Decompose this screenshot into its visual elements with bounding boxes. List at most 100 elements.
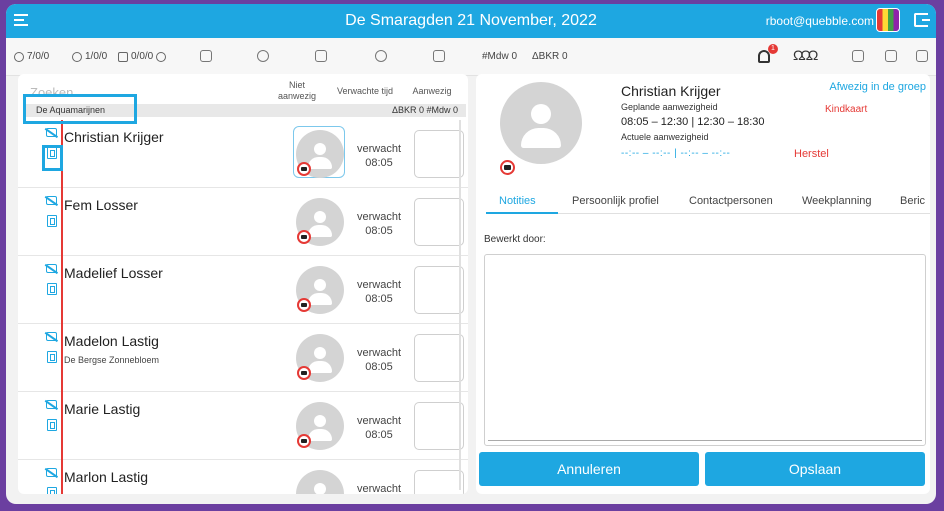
no-photo-icon (297, 230, 311, 244)
history-icon[interactable] (375, 50, 387, 62)
child-photo[interactable] (500, 82, 582, 164)
document-icon[interactable] (47, 351, 57, 363)
list-item[interactable]: Madelon Lastig De Bergse Zonnebloem verwac… (18, 324, 468, 392)
no-photo-icon (297, 298, 311, 312)
save-button[interactable]: Opslaan (705, 452, 925, 486)
child-name: Madelief Losser (64, 265, 163, 281)
status-text: verwacht (356, 211, 402, 223)
notes-textarea[interactable] (484, 254, 926, 446)
restore-link[interactable]: Herstel (794, 148, 829, 160)
expected-status: verwacht 08:05 (351, 414, 407, 442)
chat-icon[interactable] (916, 50, 928, 62)
bkr-count: ΔBKR 0 (532, 51, 568, 62)
present-checkbox[interactable] (414, 402, 464, 450)
expected-time: 08:05 (365, 361, 393, 373)
list-item[interactable]: Marlon Lastig verwacht (18, 460, 468, 494)
group-count: 0/0/0 (118, 51, 167, 62)
group-stats: ΔBKR 0 #Mdw 0 (391, 105, 458, 115)
detail-child-name: Christian Krijger (621, 83, 721, 99)
highlight-group-header (23, 94, 137, 124)
expected-time: 08:05 (365, 225, 393, 237)
user-email[interactable]: rboot@quebble.com (766, 14, 874, 28)
expected-time: 08:05 (365, 293, 393, 305)
cancel-button[interactable]: Annuleren (479, 452, 699, 486)
child-list-panel: Zoeken Niet aanwezig Verwachte tijd Aanw… (18, 74, 468, 494)
refresh-icon[interactable] (257, 50, 269, 62)
child-detail-panel: Christian Krijger Geplande aanwezigheid … (476, 74, 930, 494)
person-count: 1/0/0 (72, 51, 107, 62)
present-checkbox[interactable] (414, 198, 464, 246)
camera-off-icon[interactable] (46, 264, 57, 273)
expected-status: verwacht 08:05 (351, 210, 407, 238)
absent-in-group-link[interactable]: Afwezig in de groep (829, 81, 926, 93)
car-icon[interactable] (852, 50, 864, 62)
expected-time: 08:05 (365, 157, 393, 169)
present-checkbox[interactable] (414, 470, 464, 494)
child-location: De Bergse Zonnebloem (64, 355, 160, 365)
list-item[interactable]: Marie Lastig verwacht 08:05 (18, 392, 468, 460)
camera-off-icon[interactable] (46, 128, 57, 137)
mdw-count: #Mdw 0 (482, 51, 518, 62)
sort-icon[interactable] (315, 50, 327, 62)
group-people-icon[interactable]: ΩΩΩ (793, 47, 829, 65)
list-item[interactable]: Fem Losser verwacht 08:05 (18, 188, 468, 256)
active-tab-indicator (486, 212, 558, 214)
list-item[interactable]: Christian Krijger verwacht 08:05 (18, 120, 468, 188)
planned-value: 08:05 – 12:30 | 12:30 – 18:30 (621, 116, 765, 128)
absence-marker (61, 460, 63, 494)
no-photo-icon (297, 434, 311, 448)
edited-by-label: Bewerkt door: (484, 234, 546, 245)
child-name: Marlon Lastig (64, 469, 149, 485)
tab-contacts[interactable]: Contactpersonen (689, 195, 773, 207)
present-checkbox[interactable] (414, 334, 464, 382)
top-bar: De Smaragden 21 November, 2022 rboot@que… (6, 4, 936, 38)
status-text: verwacht (356, 483, 402, 494)
document-icon[interactable] (47, 419, 57, 431)
col-present: Aanwezig (412, 86, 452, 96)
calendar-icon[interactable] (885, 50, 897, 62)
absence-marker (61, 392, 63, 460)
expected-time: 08:05 (365, 429, 393, 441)
present-checkbox[interactable] (414, 266, 464, 314)
tab-messages[interactable]: Beric (900, 195, 925, 207)
expected-status: verwacht 08:05 (351, 278, 407, 306)
logout-icon[interactable] (914, 13, 930, 27)
camera-off-icon[interactable] (46, 400, 57, 409)
status-text: verwacht (356, 143, 402, 155)
smiley-icon (14, 51, 24, 62)
tab-profile[interactable]: Persoonlijk profiel (572, 195, 659, 207)
absence-marker (61, 256, 63, 324)
no-photo-icon (297, 366, 311, 380)
no-photo-icon (500, 160, 515, 175)
document-icon[interactable] (47, 283, 57, 295)
camera-off-icon[interactable] (46, 468, 57, 477)
col-expected: Verwachte tijd (336, 86, 394, 96)
tab-weekplanning[interactable]: Weekplanning (802, 195, 872, 207)
child-name: Christian Krijger (64, 129, 164, 145)
collapse-icon[interactable] (200, 50, 212, 62)
camera-off-icon[interactable] (46, 196, 57, 205)
expected-status: verwacht 08:05 (351, 346, 407, 374)
calendar-check-icon[interactable] (433, 50, 445, 62)
camera-off-icon[interactable] (46, 332, 57, 341)
child-name: Madelon Lastig (64, 333, 159, 349)
child-name: Fem Losser (64, 197, 138, 213)
info-icon[interactable] (156, 51, 167, 62)
child-avatar[interactable] (296, 470, 344, 494)
list-item[interactable]: Madelief Losser verwacht 08:05 (18, 256, 468, 324)
smiley-count: 7/0/0 (14, 51, 49, 62)
user-avatar[interactable] (876, 8, 900, 32)
tab-notes[interactable]: Notities (499, 195, 536, 207)
absence-marker (61, 324, 63, 392)
document-icon[interactable] (47, 215, 57, 227)
col-absent: Niet aanwezig (277, 80, 317, 101)
absence-marker (61, 188, 63, 256)
child-name: Marie Lastig (64, 401, 141, 417)
app-window: De Smaragden 21 November, 2022 rboot@que… (6, 4, 936, 504)
status-text: verwacht (356, 347, 402, 359)
document-icon[interactable] (47, 487, 57, 494)
present-checkbox[interactable] (414, 130, 464, 178)
child-card-link[interactable]: Kindkaart (825, 104, 867, 115)
actual-value[interactable]: --:-- – --:-- | --:-- – --:-- (621, 148, 730, 159)
status-text: verwacht (356, 279, 402, 291)
